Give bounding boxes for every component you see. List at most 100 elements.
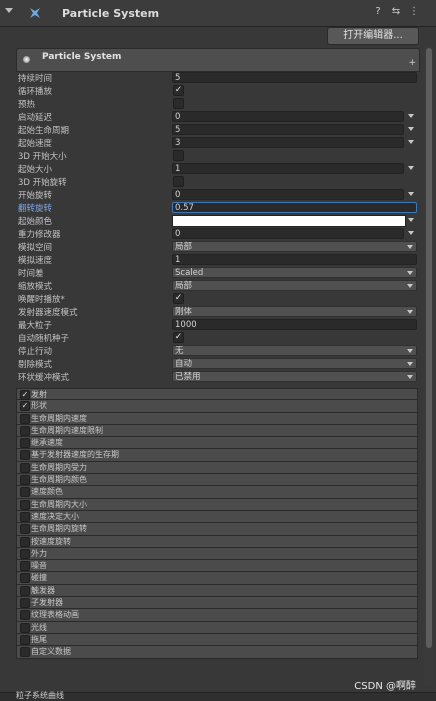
property-dropdown[interactable]: 刚体 <box>172 306 417 317</box>
main-module-header[interactable]: Particle System + <box>16 48 420 72</box>
property-dropdown[interactable]: 局部 <box>172 280 417 291</box>
property-field[interactable]: 0 <box>172 111 404 122</box>
module-header[interactable]: 自定义数据 <box>16 646 418 659</box>
property-field[interactable]: 5 <box>172 124 404 135</box>
property-checkbox[interactable] <box>173 176 184 187</box>
module-enable-checkbox[interactable]: ✓ <box>20 390 30 400</box>
property-row: 模拟空间 局部 <box>16 240 418 253</box>
module-enable-checkbox[interactable] <box>20 536 30 547</box>
module-enable-checkbox[interactable] <box>20 475 30 486</box>
module-header[interactable]: 速度决定大小 <box>16 510 418 524</box>
property-field[interactable]: 5 <box>172 72 417 83</box>
property-value: 1 <box>175 164 181 174</box>
module-header[interactable]: 碰撞 <box>16 572 418 585</box>
property-field[interactable]: 1 <box>172 254 417 265</box>
module-enable-checkbox[interactable] <box>20 647 30 658</box>
module-header[interactable]: 继承速度 <box>16 437 418 450</box>
mode-dropdown-icon[interactable] <box>408 140 414 144</box>
module-header[interactable]: 生命周期内颜色 <box>16 474 418 487</box>
module-enable-checkbox[interactable] <box>20 487 30 498</box>
scrollbar[interactable] <box>424 46 434 686</box>
module-header[interactable]: 按速度旋转 <box>16 535 418 548</box>
property-dropdown[interactable]: Scaled <box>172 267 417 278</box>
property-dropdown[interactable]: 无 <box>172 345 417 356</box>
property-row: 起始生命周期 5 <box>16 123 418 136</box>
property-checkbox[interactable]: ✓ <box>173 85 184 96</box>
property-label: 停止行动 <box>18 347 53 357</box>
module-header[interactable]: ✓ 形状 <box>16 400 418 413</box>
module-enable-checkbox[interactable] <box>20 413 30 424</box>
mode-dropdown-icon[interactable] <box>408 166 414 170</box>
module-enable-checkbox[interactable] <box>20 462 30 473</box>
module-header[interactable]: 噪音 <box>16 560 418 573</box>
module-enable-checkbox[interactable] <box>20 634 30 645</box>
module-enable-checkbox[interactable] <box>20 598 30 609</box>
property-row: 3D 开始旋转 <box>16 175 418 188</box>
property-field[interactable]: 3 <box>172 137 404 148</box>
module-header[interactable]: 拖尾 <box>16 633 418 647</box>
module-enable-checkbox[interactable]: ✓ <box>20 401 30 412</box>
module-header[interactable]: 生命周期内速度限制 <box>16 424 418 438</box>
module-enable-checkbox[interactable] <box>20 524 30 535</box>
module-enable-checkbox[interactable] <box>20 622 30 633</box>
module-enable-checkbox[interactable] <box>20 450 30 461</box>
mode-dropdown-icon[interactable] <box>408 218 414 222</box>
module-enable-checkbox[interactable] <box>20 585 30 596</box>
module-header[interactable]: 速度颜色 <box>16 486 418 499</box>
module-enable-checkbox[interactable] <box>20 548 30 559</box>
open-editor-button[interactable]: 打开编辑器... <box>327 27 419 45</box>
help-icon[interactable]: ? <box>372 6 384 18</box>
module-header[interactable]: 生命周期内速度 <box>16 412 418 425</box>
module-name: 噪音 <box>31 561 47 571</box>
property-checkbox[interactable]: ✓ <box>173 293 184 304</box>
module-header[interactable]: ✓ 发射 <box>16 388 418 401</box>
watermark: CSDN @啊醉 <box>354 681 416 692</box>
property-field[interactable]: 0 <box>172 228 404 239</box>
module-header[interactable]: 基于发射器速度的生存期 <box>16 449 418 462</box>
module-header[interactable]: 生命周期内大小 <box>16 498 418 511</box>
property-field[interactable]: 1000 <box>172 319 417 330</box>
property-label: 环状缓冲模式 <box>18 373 70 383</box>
property-value: 局部 <box>175 242 193 252</box>
mode-dropdown-icon[interactable] <box>408 114 414 118</box>
color-field[interactable] <box>172 215 406 227</box>
module-name: 拖尾 <box>31 634 47 644</box>
property-label: 时间差 <box>18 269 44 279</box>
particle-system-icon <box>30 8 40 18</box>
property-checkbox[interactable] <box>173 98 184 109</box>
module-enable-checkbox[interactable] <box>20 610 30 621</box>
property-row: 持续时间 5 <box>16 71 418 84</box>
module-header[interactable]: 外力 <box>16 547 418 561</box>
module-enable-checkbox[interactable] <box>20 573 30 584</box>
context-menu-icon[interactable]: ⋮ <box>408 6 420 18</box>
module-enable-checkbox[interactable] <box>20 438 30 449</box>
add-module-icon[interactable]: + <box>408 59 416 68</box>
component-title: Particle System <box>62 7 160 20</box>
property-dropdown[interactable]: 已禁用 <box>172 371 417 382</box>
chevron-down-icon <box>407 310 413 314</box>
property-dropdown[interactable]: 局部 <box>172 241 417 252</box>
foldout-arrow-icon[interactable] <box>5 8 13 13</box>
module-header[interactable]: 纹理表格动画 <box>16 609 418 622</box>
property-row: 最大粒子 1000 <box>16 318 418 331</box>
property-field[interactable]: 0 <box>172 189 404 200</box>
property-field[interactable]: 1 <box>172 163 404 174</box>
mode-dropdown-icon[interactable] <box>408 231 414 235</box>
property-checkbox[interactable]: ✓ <box>173 332 184 343</box>
module-header[interactable]: 生命周期内受力 <box>16 461 418 475</box>
module-header[interactable]: 光线 <box>16 621 418 634</box>
module-enable-checkbox[interactable] <box>20 499 30 510</box>
mode-dropdown-icon[interactable] <box>408 192 414 196</box>
module-enable-checkbox[interactable] <box>20 511 30 522</box>
module-header[interactable]: 触发器 <box>16 584 418 598</box>
property-dropdown[interactable]: 自动 <box>172 358 417 369</box>
mode-dropdown-icon[interactable] <box>408 127 414 131</box>
module-enable-checkbox[interactable] <box>20 561 30 572</box>
module-header[interactable]: 生命周期内旋转 <box>16 523 418 536</box>
scrollbar-thumb[interactable] <box>426 48 432 648</box>
property-field[interactable]: 0.57 <box>172 202 417 213</box>
presets-icon[interactable]: ⇆ <box>390 6 402 18</box>
module-enable-checkbox[interactable] <box>20 425 30 436</box>
property-checkbox[interactable] <box>173 150 184 161</box>
module-header[interactable]: 子发射器 <box>16 597 418 610</box>
